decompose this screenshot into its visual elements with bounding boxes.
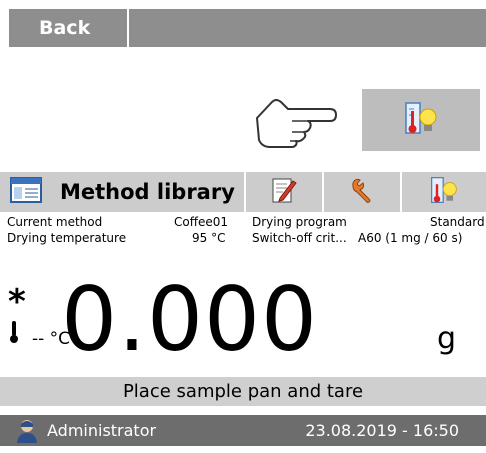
method-library-button[interactable]: Method library xyxy=(0,172,246,212)
user-icon xyxy=(16,419,38,453)
footer-bar: Administrator 23.08.2019 - 16:50 xyxy=(0,415,486,446)
user-name[interactable]: Administrator xyxy=(47,415,156,446)
edit-method-button[interactable] xyxy=(246,172,324,212)
thermometer-bulb-icon xyxy=(430,174,458,210)
date-time: 23.08.2019 - 16:50 xyxy=(305,421,459,440)
current-method-label: Current method xyxy=(7,215,103,229)
status-message: Place sample pan and tare xyxy=(0,377,486,406)
thermometer-icon xyxy=(9,320,19,348)
top-bar: Back xyxy=(0,0,486,51)
switch-off-criterion-label: Switch-off crit... xyxy=(252,231,347,245)
stability-asterisk: * xyxy=(8,282,26,322)
drying-program-value: Standard xyxy=(430,215,485,229)
hand-pointer-icon xyxy=(248,95,348,150)
drying-temperature-value: 95 °C xyxy=(192,231,226,245)
weight-unit: g xyxy=(437,321,457,356)
quick-settings-button[interactable] xyxy=(362,89,480,151)
method-toolbar: Method library xyxy=(0,172,486,212)
pencil-edit-icon xyxy=(271,176,297,208)
wrench-icon xyxy=(349,177,375,207)
current-method-value: Coffee01 xyxy=(174,215,229,229)
window-icon xyxy=(10,177,42,207)
switch-off-criterion-value: A60 (1 mg / 60 s) xyxy=(358,231,463,245)
thermometer-bulb-icon xyxy=(404,99,438,141)
weight-readout: 0.000 xyxy=(61,268,318,371)
drying-program-label: Drying program xyxy=(252,215,347,229)
top-bar-fill xyxy=(129,9,486,47)
tools-button[interactable] xyxy=(324,172,402,212)
drying-temperature-label: Drying temperature xyxy=(7,231,127,245)
quick-settings-tab-button[interactable] xyxy=(402,172,486,212)
back-button[interactable]: Back xyxy=(9,9,127,47)
method-library-label: Method library xyxy=(60,180,235,204)
